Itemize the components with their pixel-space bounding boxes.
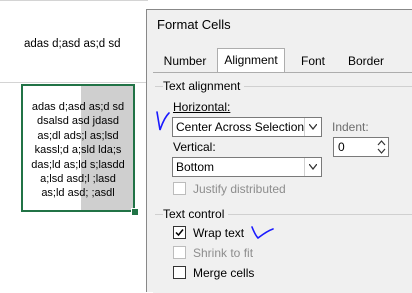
chevron-down-icon[interactable]: [304, 118, 321, 136]
text-alignment-heading: Text alignment: [163, 79, 245, 93]
wrap-text-checkbox[interactable]: [173, 226, 186, 239]
spreadsheet-grid[interactable]: adas d;asd as;d sd adas d;asd as;d sd ds…: [0, 0, 148, 291]
wrapped-line: adas d;asd as;d sd: [31, 101, 125, 113]
wrapped-line: a;lsd asd;l ;lasd: [40, 173, 116, 186]
wrapped-cell-text: adas d;asd as;d sd dsalsd asd jdasd as;d…: [23, 100, 133, 201]
wrapped-line: das;ld as;ld s;lasdd: [31, 158, 125, 171]
annotation-check-icon: [156, 111, 170, 131]
cell-text[interactable]: adas d;asd as;d sd: [24, 38, 121, 50]
wrapped-line: as;ld asd; ;asdl: [41, 187, 115, 200]
wrapped-line: dsalsd asd jdasd: [37, 115, 119, 128]
selected-cell[interactable]: adas d;asd as;d sd dsalsd asd jdasd as;d…: [21, 84, 135, 212]
spin-arrows-icon[interactable]: [377, 139, 386, 158]
dialog-title: Format Cells: [157, 17, 231, 32]
justify-distributed-label: Justify distributed: [193, 182, 286, 196]
merge-cells-label: Merge cells: [193, 266, 255, 280]
gridline: [0, 0, 148, 1]
shrink-to-fit-checkbox[interactable]: [173, 246, 186, 259]
shrink-to-fit-label: Shrink to fit: [193, 246, 254, 260]
annotation-check-icon: [251, 226, 274, 240]
format-cells-dialog: Format Cells Number Alignment Font Borde…: [146, 9, 412, 293]
tab-alignment[interactable]: Alignment: [217, 48, 285, 72]
indent-spinner[interactable]: 0: [333, 137, 389, 157]
indent-label: Indent:: [332, 120, 369, 134]
tab-font[interactable]: Font: [293, 52, 333, 70]
tab-border[interactable]: Border: [343, 52, 389, 70]
wrapped-line: kassl;d a;sld lda;s: [34, 144, 122, 157]
merge-cells-checkbox[interactable]: [173, 266, 186, 279]
alignment-panel: Text alignment Horizontal: Center Across…: [153, 72, 412, 293]
fill-handle[interactable]: [131, 208, 139, 216]
tab-strip: Number Alignment Font Border: [147, 48, 412, 74]
text-control-heading: Text control: [163, 207, 229, 221]
horizontal-label: Horizontal:: [173, 100, 231, 114]
vertical-value: Bottom: [176, 160, 215, 174]
checkmark-icon: [175, 229, 184, 237]
chevron-down-icon[interactable]: [304, 158, 321, 176]
indent-value: 0: [338, 140, 345, 154]
vertical-label: Vertical:: [173, 140, 216, 154]
tab-number[interactable]: Number: [157, 52, 213, 70]
horizontal-value: Center Across Selection: [176, 120, 305, 134]
gridline: [0, 82, 148, 83]
horizontal-select[interactable]: Center Across Selection: [172, 117, 322, 137]
justify-distributed-checkbox[interactable]: [173, 182, 186, 195]
vertical-select[interactable]: Bottom: [172, 157, 322, 177]
wrap-text-label: Wrap text: [193, 226, 245, 240]
wrapped-line: as;dl ads;l as;lsd: [37, 129, 119, 142]
